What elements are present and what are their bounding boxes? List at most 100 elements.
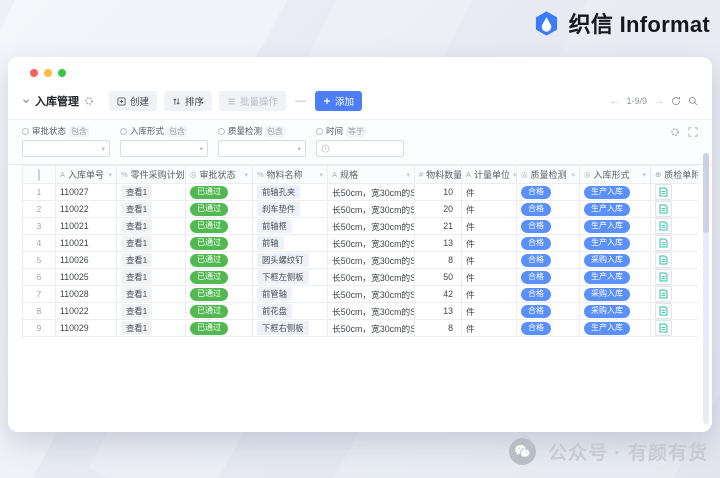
inbound-mode-badge: 采购入库: [584, 305, 630, 318]
material-name-link[interactable]: 刹车垫件: [257, 202, 300, 216]
purchase-plan-link[interactable]: 查看1: [121, 270, 152, 284]
material-name-link[interactable]: 下框右侧板: [257, 321, 309, 335]
column-header[interactable]: ◎ 审批状态 ▾: [186, 166, 253, 184]
drag-handle-icon[interactable]: [22, 128, 29, 135]
prev-page-arrow-icon[interactable]: ←: [609, 96, 619, 107]
purchase-plan-link[interactable]: 查看1: [121, 185, 152, 199]
attachment-file-icon[interactable]: [655, 320, 672, 336]
material-name-link[interactable]: 前轴框: [257, 219, 292, 233]
next-page-arrow-icon[interactable]: →: [654, 96, 664, 107]
material-name-link[interactable]: 圆头螺纹钉: [257, 253, 309, 267]
attachment-file-icon[interactable]: [655, 269, 672, 285]
select-all-checkbox[interactable]: [38, 169, 40, 181]
table-row[interactable]: 3 110021 查看1 已通过 前轴框 长50cm，宽30cm的SY1 21 …: [23, 218, 699, 235]
vertical-scrollbar[interactable]: [703, 153, 709, 424]
select-all-header[interactable]: [23, 166, 56, 184]
attachment-file-icon[interactable]: [655, 184, 672, 200]
attachment-file-icon[interactable]: [655, 303, 672, 319]
filter-input[interactable]: ▾: [218, 140, 306, 157]
table-row[interactable]: 5 110026 查看1 已通过 圆头螺纹钉 长50cm，宽30cm的SY1 8…: [23, 252, 699, 269]
column-menu-caret-icon[interactable]: ▾: [571, 171, 575, 179]
purchase-plan-link[interactable]: 查看1: [121, 287, 152, 301]
quality-check-badge: 合格: [521, 271, 551, 284]
filter-input[interactable]: ▾: [316, 140, 404, 157]
window-close-button[interactable]: [30, 69, 38, 77]
clock-icon: [321, 144, 330, 153]
filter-operator[interactable]: 包含: [167, 126, 187, 137]
sort-button[interactable]: 排序: [164, 91, 212, 111]
table-row[interactable]: 4 110021 查看1 已通过 前轴 长50cm，宽30cm的SY1 13 件…: [23, 235, 699, 252]
chevron-down-icon: ▾: [101, 145, 105, 153]
column-header[interactable]: ◎ 质量检测 ▾: [517, 166, 580, 184]
attachment-file-icon[interactable]: [655, 252, 672, 268]
attachment-file-icon[interactable]: [655, 201, 672, 217]
table-row[interactable]: 6 110025 查看1 已通过 下框左侧板 长50cm，宽30cm的SY1 5…: [23, 269, 699, 286]
filter-group: 审批状态 包含 ▾: [22, 125, 110, 157]
add-button[interactable]: 添加: [315, 91, 362, 111]
filter-input[interactable]: ▾: [120, 140, 208, 157]
scrollbar-thumb[interactable]: [703, 153, 709, 233]
row-number: 5: [37, 256, 41, 265]
inbound-order-no: 110021: [60, 238, 89, 248]
material-name-link[interactable]: 前轴孔夹: [257, 185, 300, 199]
drag-handle-icon[interactable]: [316, 128, 323, 135]
purchase-plan-link[interactable]: 查看1: [121, 219, 152, 233]
batch-actions-label: 批量操作: [240, 94, 278, 108]
column-menu-caret-icon[interactable]: ▾: [108, 171, 112, 179]
column-header[interactable]: ⊕ 质检单附件 ▾: [651, 166, 699, 184]
column-header[interactable]: ◎ 入库形式 ▾: [580, 166, 651, 184]
table-row[interactable]: 1 110027 查看1 已通过 前轴孔夹 长50cm，宽30cm的SY1 10…: [23, 184, 699, 201]
material-name-link[interactable]: 前轴: [257, 236, 284, 250]
filter-input[interactable]: ▾: [22, 140, 110, 157]
table-row[interactable]: 8 110022 查看1 已通过 前花盘 长50cm，宽30cm的SY1 13 …: [23, 303, 699, 320]
drag-handle-icon[interactable]: [218, 128, 225, 135]
expand-fullscreen-icon[interactable]: [688, 127, 698, 137]
create-button[interactable]: 创建: [109, 91, 157, 111]
column-menu-caret-icon[interactable]: ▾: [513, 171, 516, 179]
column-header[interactable]: % 零件采购计划 ▾: [117, 166, 186, 184]
column-header[interactable]: A 计量单位 ▾: [462, 166, 517, 184]
row-number: 3: [37, 222, 41, 231]
material-name-link[interactable]: 前管轴: [257, 287, 292, 301]
view-settings-gear-icon[interactable]: [84, 96, 94, 106]
filter-operator[interactable]: 包含: [69, 126, 89, 137]
batch-actions-button[interactable]: 批量操作: [219, 91, 286, 111]
more-actions-icon[interactable]: —: [293, 95, 308, 107]
drag-handle-icon[interactable]: [120, 128, 127, 135]
column-header[interactable]: A 入库单号 ▾: [56, 166, 117, 184]
inbound-order-no: 110026: [60, 255, 89, 265]
table-row[interactable]: 7 110028 查看1 已通过 前管轴 长50cm，宽30cm的SY1 42 …: [23, 286, 699, 303]
window-minimize-button[interactable]: [44, 69, 52, 77]
purchase-plan-link[interactable]: 查看1: [121, 321, 152, 335]
table-row[interactable]: 9 110029 查看1 已通过 下框右侧板 长50cm，宽30cm的SY1 8…: [23, 320, 699, 337]
refresh-icon[interactable]: [671, 96, 681, 106]
filter-operator[interactable]: 等于: [346, 126, 366, 137]
column-header[interactable]: # 物料数量 ▾: [415, 166, 462, 184]
approval-status-badge: 已通过: [190, 220, 228, 233]
column-menu-caret-icon[interactable]: ▾: [406, 171, 410, 179]
column-label: 物料名称: [267, 168, 303, 181]
material-name-link[interactable]: 前花盘: [257, 304, 292, 318]
attachment-file-icon[interactable]: [655, 218, 672, 234]
window-maximize-button[interactable]: [58, 69, 66, 77]
purchase-plan-link[interactable]: 查看1: [121, 236, 152, 250]
purchase-plan-link[interactable]: 查看1: [121, 202, 152, 216]
column-header[interactable]: % 物料名称 ▾: [253, 166, 328, 184]
purchase-plan-link[interactable]: 查看1: [121, 253, 152, 267]
column-header[interactable]: A 规格 ▾: [328, 166, 415, 184]
search-icon[interactable]: [688, 96, 698, 106]
column-menu-caret-icon[interactable]: ▾: [244, 171, 248, 179]
quality-check-badge: 合格: [521, 322, 551, 335]
attachment-file-icon[interactable]: [655, 235, 672, 251]
table-row[interactable]: 2 110022 查看1 已通过 刹车垫件 长50cm，宽30cm的SY1 20…: [23, 201, 699, 218]
column-menu-caret-icon[interactable]: ▾: [319, 171, 323, 179]
filter-operator[interactable]: 包含: [265, 126, 285, 137]
inbound-mode-badge: 生产入库: [584, 271, 630, 284]
purchase-plan-link[interactable]: 查看1: [121, 304, 152, 318]
chevron-down-icon[interactable]: [22, 97, 30, 105]
filter-settings-gear-icon[interactable]: [670, 127, 680, 137]
material-name-link[interactable]: 下框左侧板: [257, 270, 309, 284]
column-menu-caret-icon[interactable]: ▾: [642, 171, 646, 179]
filter-head: 入库形式 包含: [120, 125, 208, 137]
attachment-file-icon[interactable]: [655, 286, 672, 302]
